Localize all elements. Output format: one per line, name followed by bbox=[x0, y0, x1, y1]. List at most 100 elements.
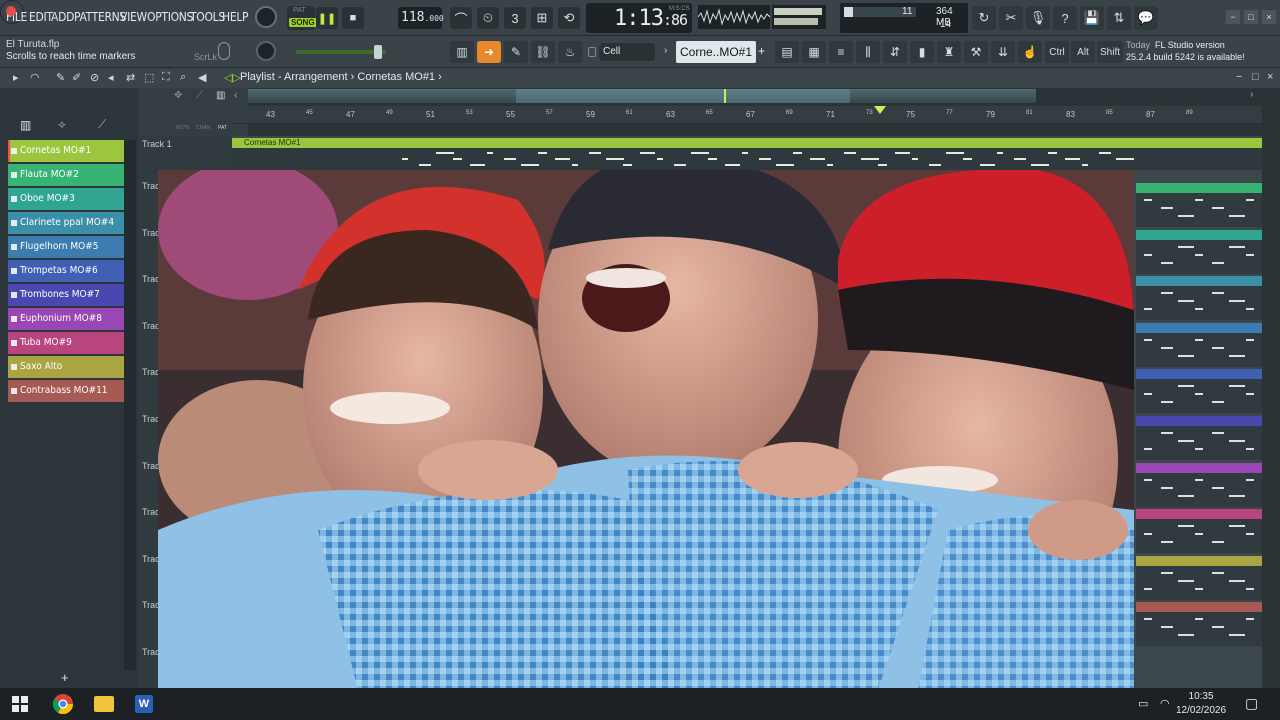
brush-tool-icon[interactable]: ⚒ bbox=[964, 41, 988, 63]
delete-icon[interactable]: ⊘ bbox=[90, 71, 99, 84]
step-edit-icon[interactable]: ⊞ bbox=[531, 7, 553, 29]
restore-icon[interactable]: □ bbox=[1244, 10, 1258, 24]
pattern-clip-notes[interactable] bbox=[232, 148, 1262, 170]
link-icon[interactable]: ⛓ bbox=[531, 41, 555, 63]
paint-icon[interactable]: ✐ bbox=[72, 71, 81, 84]
slip-icon[interactable]: ⇄ bbox=[126, 71, 135, 84]
add-pattern-button[interactable]: + bbox=[61, 670, 69, 685]
battery-icon[interactable]: ▭ bbox=[1138, 697, 1148, 710]
scroll-left-icon[interactable]: ‹ bbox=[234, 90, 237, 101]
pattern-item[interactable]: Cornetas MO#1 bbox=[8, 140, 124, 162]
headphones-icon[interactable]: ◠ bbox=[30, 71, 40, 84]
menu-options[interactable]: OPTIONS bbox=[147, 10, 193, 24]
arrow-icon[interactable]: ➜ bbox=[477, 41, 501, 63]
playlist-arrow-icon[interactable]: ◁▷ bbox=[224, 71, 241, 84]
magnet-icon[interactable] bbox=[588, 47, 596, 57]
snap-select[interactable]: Cell bbox=[599, 43, 655, 61]
menu-view[interactable]: VIEW bbox=[120, 10, 147, 24]
pattern-item[interactable]: Euphonium MO#8 bbox=[8, 308, 124, 330]
pat-song-toggle[interactable]: PAT SONG bbox=[287, 6, 317, 30]
pattern-item[interactable]: Flugelhorn MO#5 bbox=[8, 236, 124, 258]
zoom-icon[interactable]: ⌕ bbox=[180, 71, 186, 84]
stop-button[interactable]: ■ bbox=[342, 7, 364, 29]
export-icon[interactable]: ⇅ bbox=[1107, 6, 1131, 30]
audio-view-icon[interactable]: ⟡ bbox=[58, 117, 66, 132]
wait-input-icon[interactable]: ⏲ bbox=[477, 7, 499, 29]
pattern-name[interactable]: Corne..MO#1 bbox=[676, 41, 756, 63]
touch-icon[interactable]: ☝ bbox=[1018, 41, 1042, 63]
playlist-close-icon[interactable]: × bbox=[1267, 71, 1273, 83]
news-panel[interactable]: Today FL Studio version 25.2.4 build 524… bbox=[1126, 39, 1245, 63]
pattern-item[interactable]: Clarinete ppal MO#4 bbox=[8, 212, 124, 234]
track-clip[interactable] bbox=[1136, 322, 1262, 367]
pattern-item[interactable]: Saxo Alto bbox=[8, 356, 124, 378]
piano-view-icon[interactable]: ▥ bbox=[20, 118, 31, 132]
track-clip[interactable] bbox=[1136, 229, 1262, 274]
master-pitch-knob[interactable] bbox=[255, 6, 277, 28]
menu-help[interactable]: HELP bbox=[222, 10, 249, 24]
sequencer-icon[interactable]: ≡ bbox=[829, 41, 853, 63]
track-clip[interactable] bbox=[1136, 462, 1262, 507]
track-clip[interactable] bbox=[1136, 183, 1262, 227]
brush-icon[interactable]: ✎ bbox=[504, 41, 528, 63]
alt-key-button[interactable]: Alt bbox=[1071, 41, 1095, 63]
pause-button[interactable]: ❚❚ bbox=[316, 7, 338, 29]
file-explorer-icon[interactable] bbox=[94, 696, 114, 712]
scroll-right-icon[interactable]: › bbox=[1250, 89, 1253, 100]
pencil-icon[interactable]: ✎ bbox=[56, 71, 65, 84]
add-pattern-icon[interactable]: + bbox=[758, 44, 765, 58]
time-display[interactable]: M:S:CS 1:13:86 bbox=[586, 3, 692, 33]
pattern-item[interactable]: Flauta MO#2 bbox=[8, 164, 124, 186]
track-clip[interactable] bbox=[1136, 416, 1262, 460]
windows-start-icon[interactable] bbox=[12, 696, 28, 712]
mixer-icon[interactable]: ⫼ bbox=[856, 41, 880, 63]
pattern-item[interactable]: Trombones MO#7 bbox=[8, 284, 124, 306]
playlist-minimize-icon[interactable]: − bbox=[1236, 71, 1242, 83]
menu-patterns[interactable]: PATTERNS bbox=[74, 10, 126, 24]
master-volume-slider[interactable] bbox=[296, 45, 386, 59]
countdown-icon[interactable]: 3 bbox=[504, 7, 526, 29]
pattern-tool-icon[interactable]: ✥ bbox=[174, 90, 182, 101]
shift-key-button[interactable]: Shift bbox=[1097, 41, 1123, 63]
select-icon[interactable]: ⬚ bbox=[144, 71, 154, 84]
tempo-display[interactable]: 118.000 bbox=[398, 7, 444, 29]
pattern-item[interactable]: Trompetas MO#6 bbox=[8, 260, 124, 282]
playhead-marker[interactable] bbox=[874, 106, 886, 114]
prev-pattern-icon[interactable]: › bbox=[664, 45, 667, 56]
playlist-menu-icon[interactable]: ▸ bbox=[13, 71, 19, 84]
song-overview-scroller[interactable] bbox=[248, 89, 1036, 103]
playlist-icon[interactable]: ▤ bbox=[775, 41, 799, 63]
menu-add[interactable]: ADD bbox=[51, 10, 74, 24]
pattern-list-scrollbar[interactable] bbox=[124, 140, 136, 670]
help-icon[interactable]: ? bbox=[1053, 6, 1077, 30]
speaker-icon[interactable]: ◀ bbox=[198, 71, 206, 84]
minimize-icon[interactable]: − bbox=[1226, 10, 1240, 24]
track-label[interactable]: Track 1 bbox=[142, 139, 172, 149]
pattern-item[interactable]: Oboe MO#3 bbox=[8, 188, 124, 210]
track-clip[interactable] bbox=[1136, 276, 1262, 321]
download-icon[interactable]: ⇊ bbox=[991, 41, 1015, 63]
routing-icon[interactable]: ⇵ bbox=[883, 41, 907, 63]
zoom-select-icon[interactable]: ⛶ bbox=[162, 71, 170, 84]
stamp-icon[interactable]: ♨ bbox=[558, 41, 582, 63]
slider-thumb[interactable] bbox=[374, 45, 382, 59]
piano-roll-icon[interactable]: ▥ bbox=[450, 41, 474, 63]
piano-tool-icon[interactable]: ▥ bbox=[216, 90, 225, 101]
pattern-item[interactable]: Tuba MO#9 bbox=[8, 332, 124, 354]
undo-icon[interactable]: ↻ bbox=[972, 6, 996, 30]
cut-tools-icon[interactable]: ✂ bbox=[999, 6, 1023, 30]
track-clip[interactable] bbox=[1136, 602, 1262, 647]
track-clip[interactable] bbox=[1136, 555, 1262, 600]
wifi-icon[interactable]: ◠ bbox=[1160, 697, 1170, 710]
audio-tool-icon[interactable]: ⟋ bbox=[196, 90, 203, 101]
menu-tools[interactable]: TOOLS bbox=[190, 10, 225, 24]
overview-selection[interactable] bbox=[516, 89, 850, 103]
microphone-icon[interactable]: 🎙 bbox=[1026, 6, 1050, 30]
master-volume-knob[interactable] bbox=[256, 41, 276, 61]
menu-edit[interactable]: EDIT bbox=[29, 10, 53, 24]
close-icon[interactable]: × bbox=[1262, 10, 1276, 24]
track-clip[interactable] bbox=[1136, 509, 1262, 554]
save-icon[interactable]: 💾 bbox=[1080, 6, 1104, 30]
word-icon[interactable]: W bbox=[135, 695, 153, 713]
mute-icon[interactable]: ◂ bbox=[108, 71, 114, 84]
